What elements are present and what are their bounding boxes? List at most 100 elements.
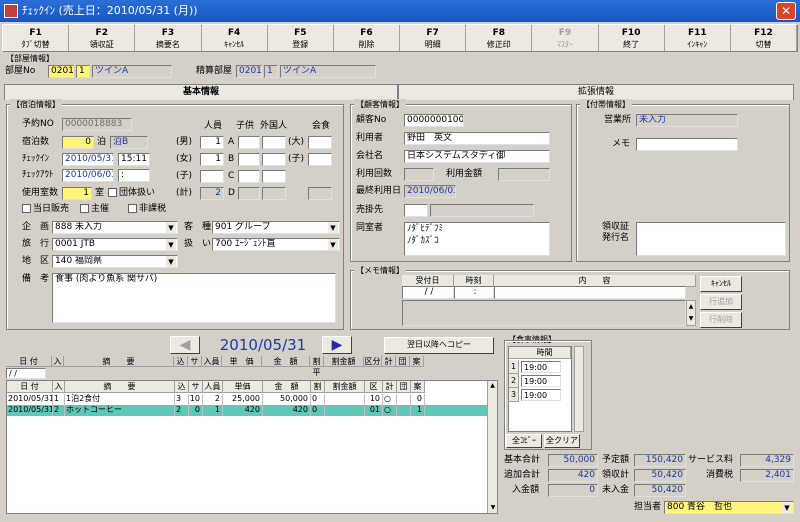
group-handling-checkbox[interactable]: 団体扱い: [108, 187, 155, 200]
handling-select[interactable]: 700 ｴｰｼﾞｪﾝﾄ直: [212, 238, 340, 251]
user-field[interactable]: 野田 英文: [404, 132, 550, 145]
female-count[interactable]: 1: [200, 153, 224, 166]
host-checkbox[interactable]: 主催: [80, 203, 109, 216]
plan-select[interactable]: 888 未入力: [52, 221, 178, 234]
detail-col-4[interactable]: サ: [189, 381, 203, 393]
memo-field[interactable]: [636, 138, 738, 151]
fkey-f12[interactable]: F12 切替: [731, 25, 798, 51]
detail-col-10[interactable]: 区: [365, 381, 383, 393]
detail-col-0[interactable]: 日 付: [7, 381, 53, 393]
staff-select[interactable]: 800 青谷 哲也: [664, 501, 794, 514]
detail-col-13[interactable]: 案: [411, 381, 425, 393]
table-row[interactable]: 2010/05/31 1 1泊2食付 3 10 2 25,000 50,000 0 10 ○ 0: [7, 394, 487, 405]
checkout-time-field[interactable]: :: [118, 169, 150, 182]
tax-field: 2,401: [740, 469, 794, 482]
company-field[interactable]: 日本システムスタディ御: [404, 150, 550, 163]
detail-grid-header: 日 付入摘 要込サ人員 単価金 額割割金額区計団案: [7, 381, 487, 393]
female-foreign[interactable]: [262, 153, 286, 166]
dinner-col-label: 会食: [312, 121, 331, 131]
detail-col-2[interactable]: 摘 要: [65, 381, 175, 393]
prev-date-button[interactable]: ◀: [170, 336, 200, 354]
close-button[interactable]: ✕: [776, 2, 796, 20]
nights-field[interactable]: 0: [62, 136, 94, 149]
detail-col-8[interactable]: 割: [311, 381, 325, 393]
note-textarea[interactable]: 食事 (肉より魚系 関サバ): [52, 273, 336, 323]
fkey-f11[interactable]: F11 ｲﾝｷｬﾝ: [665, 25, 731, 51]
meal-time-field[interactable]: 19:00: [521, 375, 561, 387]
checkout-date-field[interactable]: 2010/06/03: [62, 169, 114, 182]
fkey-f4[interactable]: F4 ｷｬﾝｾﾙ: [202, 25, 268, 51]
memo-scrollbar[interactable]: ▲ ▼: [686, 300, 696, 326]
reservation-no-field: 0000018883: [62, 118, 132, 131]
next-date-button[interactable]: ▶: [322, 336, 352, 354]
male-count[interactable]: 1: [200, 136, 224, 149]
rooms-used-field[interactable]: 1: [62, 187, 92, 200]
memo-delete-row-button[interactable]: 行削除: [700, 312, 742, 328]
memo-list[interactable]: [402, 300, 686, 326]
detail-col-5[interactable]: 人員: [203, 381, 223, 393]
checkin-date-field[interactable]: 2010/05/31: [62, 153, 114, 166]
child-child[interactable]: [238, 170, 260, 183]
rooms-used-label: 使用室数: [22, 188, 59, 198]
roommate-2[interactable]: ﾉﾀﾞｶｽﾞｺ: [407, 235, 549, 247]
dinner-small[interactable]: [308, 153, 332, 166]
top-col-13: 案: [410, 356, 424, 367]
memo-date-field[interactable]: / /: [402, 286, 454, 299]
detail-scrollbar[interactable]: ▲ ▼: [487, 381, 497, 513]
customer-no-field[interactable]: 0000000100: [404, 114, 464, 127]
roommate-list[interactable]: ﾉﾀﾞﾋﾃﾞﾌﾐ ﾉﾀﾞｶｽﾞｺ: [404, 222, 550, 256]
meal-row[interactable]: 1 19:00: [509, 360, 571, 374]
memo-cancel-button[interactable]: ｷｬﾝｾﾙ: [700, 276, 742, 292]
male-child[interactable]: [238, 136, 260, 149]
meal-copy-all-button[interactable]: 全ｺﾋﾟｰ: [506, 434, 542, 448]
meal-clear-all-button[interactable]: 全クリア: [544, 434, 580, 448]
dinner-big[interactable]: [308, 136, 332, 149]
meal-time-field[interactable]: 19:00: [521, 389, 561, 401]
room-count-field[interactable]: 1: [76, 65, 90, 78]
tax-exempt-checkbox[interactable]: 非課税: [128, 203, 166, 216]
fkey-f9[interactable]: F9 ﾏｽﾀｰ: [532, 25, 599, 51]
same-day-checkbox[interactable]: 当日販売: [22, 203, 69, 216]
tab-basic-info[interactable]: 基本情報: [4, 84, 398, 100]
child-count[interactable]: [200, 170, 224, 183]
female-child[interactable]: [238, 153, 260, 166]
detail-col-6[interactable]: 単価: [223, 381, 263, 393]
table-row[interactable]: 2010/05/31 2 ホットコーヒー 2 0 1 420 420 0 01 ○ 1: [7, 405, 487, 416]
fkey-f7[interactable]: F7 明細: [400, 25, 467, 51]
child-foreign[interactable]: [262, 170, 286, 183]
detail-col-7[interactable]: 金 額: [263, 381, 311, 393]
room-no-field[interactable]: 0201: [48, 65, 74, 78]
receipt-issuer-field[interactable]: [636, 222, 786, 256]
memo-time-field[interactable]: :: [454, 286, 494, 299]
meal-time-field[interactable]: 19:00: [521, 361, 561, 373]
tab-extended-info[interactable]: 拡張情報: [398, 84, 794, 100]
area-select[interactable]: 140 福岡県: [52, 255, 178, 268]
detail-col-9[interactable]: 割金額: [325, 381, 365, 393]
detail-col-12[interactable]: 団: [397, 381, 411, 393]
male-foreign[interactable]: [262, 136, 286, 149]
extra-group-label: 【付帯情報】: [580, 99, 632, 110]
meal-scrollbar[interactable]: [574, 346, 584, 432]
memo-content-field[interactable]: [494, 286, 686, 299]
meal-row[interactable]: 2 19:00: [509, 374, 571, 388]
detail-col-11[interactable]: 計: [383, 381, 397, 393]
detail-col-3[interactable]: 込: [175, 381, 189, 393]
checkin-time-field[interactable]: 15:11: [118, 153, 150, 166]
nights-label: 宿泊数: [22, 137, 50, 147]
copy-next-days-button[interactable]: 翌日以降へコピー: [384, 337, 494, 354]
fkey-f3[interactable]: F3 摘要名: [135, 25, 202, 51]
meal-row[interactable]: 3 19:00: [509, 388, 571, 402]
agent-select[interactable]: 0001 JTB: [52, 238, 178, 251]
fkey-f2[interactable]: F2 領収証: [69, 25, 136, 51]
fkey-f6[interactable]: F6 削除: [334, 25, 401, 51]
fkey-f10[interactable]: F10 終了: [599, 25, 665, 51]
receivable-field[interactable]: [404, 204, 428, 217]
detail-col-1[interactable]: 入: [53, 381, 65, 393]
detail-date-input[interactable]: / /: [6, 368, 46, 379]
guest-type-select[interactable]: 901 グループ: [212, 221, 340, 234]
roommate-1[interactable]: ﾉﾀﾞﾋﾃﾞﾌﾐ: [407, 223, 549, 235]
memo-add-row-button[interactable]: 行追加: [700, 294, 742, 310]
fkey-f1[interactable]: F1 ﾀﾌﾞ切替: [3, 25, 70, 51]
fkey-f5[interactable]: F5 登録: [268, 25, 334, 51]
fkey-f8[interactable]: F8 修正印: [466, 25, 533, 51]
